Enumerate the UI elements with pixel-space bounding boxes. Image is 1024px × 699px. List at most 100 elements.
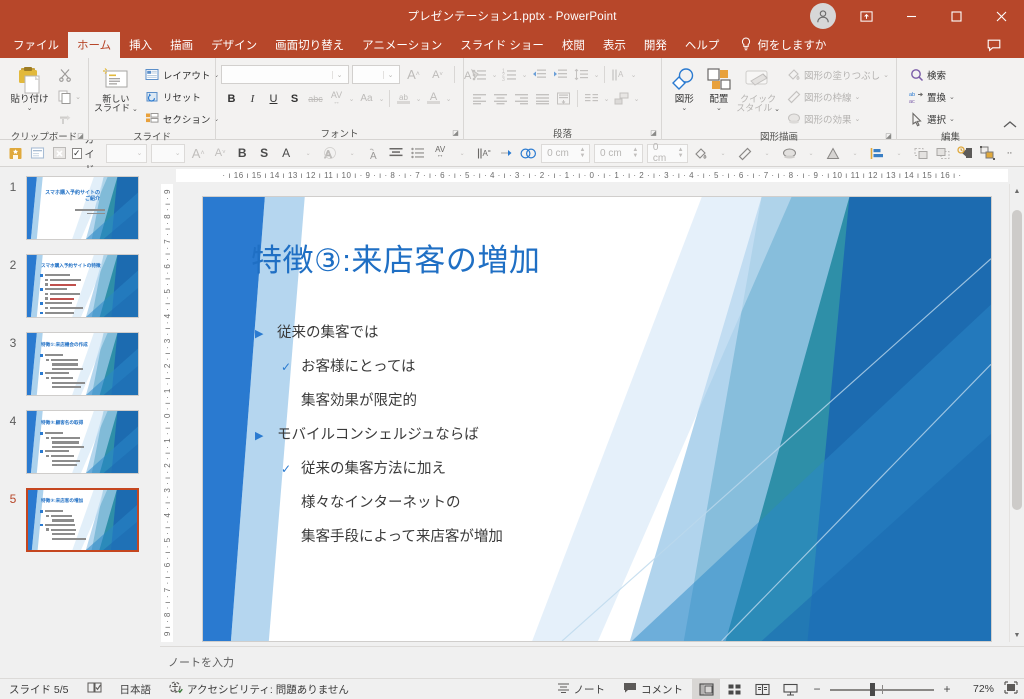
chevron-down-icon[interactable]: ⌄ <box>888 142 910 164</box>
chevron-down-icon[interactable]: ⌄ <box>629 71 638 79</box>
scroll-up-arrow-icon[interactable]: ▲ <box>1010 184 1024 198</box>
shape-height-spinner[interactable]: 0 cm ▲ ▼ <box>541 143 591 163</box>
align-center-button-2[interactable] <box>385 142 407 164</box>
shape-rotation-spinner[interactable]: 0 cm ▲ ▼ <box>646 142 689 164</box>
chevron-down-icon[interactable]: ⌄ <box>949 115 955 123</box>
font-name-combo-2[interactable]: ⌄ <box>106 143 147 163</box>
strikethrough-button[interactable]: abc <box>305 88 326 109</box>
align-right-button[interactable] <box>511 88 532 109</box>
replace-button[interactable]: ab ac 置換 ⌄ <box>906 86 958 107</box>
scrollbar-thumb[interactable] <box>1012 210 1022 510</box>
vertical-ruler[interactable]: 9 ı · 8 · ı · 7 · ı · 6 · ı · 5 · ı · 4 … <box>160 184 174 642</box>
tab-draw[interactable]: 描画 <box>161 32 202 58</box>
increase-indent-button[interactable] <box>550 64 571 85</box>
chevron-down-icon[interactable]: ⌄ <box>520 71 529 79</box>
chevron-down-icon[interactable]: ⌄ <box>377 95 386 103</box>
char-spacing-button-2[interactable]: AV ↔ <box>429 142 451 164</box>
normal-view-button[interactable] <box>692 678 720 699</box>
send-backward-button[interactable] <box>932 142 954 164</box>
slide-title[interactable]: 特徴③:来店客の増加 <box>251 235 540 280</box>
chevron-down-icon[interactable]: ⌄ <box>383 70 397 79</box>
text-highlight-color-button[interactable]: ab ⌄ <box>393 88 423 109</box>
scroll-down-arrow-icon[interactable]: ▼ <box>1010 628 1024 642</box>
chevron-down-icon[interactable]: ⌄ <box>27 105 33 112</box>
line-spacing-button[interactable]: ⌄ <box>571 64 601 85</box>
notes-pane[interactable]: ノートを入力 <box>160 646 1024 678</box>
shrink-font-button-2[interactable]: A ˅ <box>209 142 231 164</box>
chevron-down-icon[interactable]: ⌄ <box>844 142 866 164</box>
columns-button[interactable]: ⌄ <box>581 88 611 109</box>
paragraph-dialog-launcher[interactable]: ◪ <box>649 129 658 138</box>
chevron-down-icon[interactable]: ⌄ <box>414 95 423 103</box>
slide-sorter-view-button[interactable] <box>720 679 748 699</box>
tell-me-search[interactable]: 何をしますか <box>732 32 834 58</box>
align-left-button[interactable] <box>469 88 490 109</box>
chevron-down-icon[interactable]: ⌄ <box>451 142 473 164</box>
collapse-ribbon-button[interactable] <box>1002 118 1018 137</box>
clipboard-dialog-launcher[interactable]: ◪ <box>76 132 85 141</box>
grow-font-button-2[interactable]: A ˄ <box>187 142 209 164</box>
new-slide-button[interactable]: 新しい スライド ⌄ <box>94 63 138 114</box>
save-icon-button[interactable] <box>4 142 26 164</box>
format-painter-button-2[interactable] <box>495 142 517 164</box>
bold-button[interactable]: B <box>221 88 242 109</box>
chevron-down-icon[interactable]: ⌄ <box>883 71 889 79</box>
chevron-down-icon[interactable]: ⌄ <box>592 71 601 79</box>
slide-body-placeholder[interactable]: ▶ 従来の集客では ✓ お客様にとっては 集客効果が限定的 ▶ モバイルコンシェ… <box>251 321 741 559</box>
tab-slideshow[interactable]: スライド ショー <box>451 32 553 58</box>
chevron-down-icon[interactable]: ⌄ <box>332 70 346 79</box>
tab-view[interactable]: 表示 <box>594 32 635 58</box>
shrink-font-button[interactable]: A ˅ <box>427 64 448 85</box>
font-color-button-2[interactable]: A <box>275 142 297 164</box>
spinner-arrows-icon[interactable]: ▲ ▼ <box>576 147 589 159</box>
copy-button[interactable]: ⌄ <box>54 86 84 107</box>
shape-fill-button[interactable]: 図形の塗りつぶし ⌄ <box>783 64 892 85</box>
shape-3d-button[interactable] <box>822 142 844 164</box>
text-direction-button-2[interactable]: A <box>473 142 495 164</box>
shape-fill-button-2[interactable] <box>690 142 712 164</box>
bold-button-2[interactable]: B <box>231 142 253 164</box>
thumbnail-item[interactable]: 2 スマホ購入予約サイトの特徴 <box>0 254 155 332</box>
close-button[interactable] <box>979 0 1024 32</box>
maximize-button[interactable] <box>934 0 979 32</box>
section-button[interactable]: セクション ⌄ <box>142 108 222 129</box>
reading-view-button[interactable] <box>748 679 776 699</box>
thumbnail-preview[interactable]: スマホ購入予約サイトの特徴 <box>26 254 139 318</box>
ribbon-display-options-button[interactable] <box>844 0 889 32</box>
thumbnail-item[interactable]: 4 特徴②:顧客名の取得 <box>0 410 155 488</box>
notes-toggle-button[interactable]: ノート <box>548 679 615 699</box>
shape-outline-button-2[interactable] <box>734 142 756 164</box>
spinner-arrows-icon[interactable]: ▲ ▼ <box>674 147 687 159</box>
font-size-combo-2[interactable]: ⌄ <box>150 143 186 163</box>
font-name-combo[interactable]: ⌄ <box>221 65 349 84</box>
chevron-down-icon[interactable]: ⌄ <box>756 142 778 164</box>
slideshow-view-button[interactable] <box>776 679 804 699</box>
comments-button[interactable] <box>971 29 1016 61</box>
zoom-in-button[interactable]: + <box>940 682 954 696</box>
chevron-down-icon[interactable]: ⌄ <box>949 93 955 101</box>
slide-layout-icon-button[interactable] <box>26 142 48 164</box>
language-status[interactable]: 日本語 <box>111 679 161 699</box>
thumbnail-item[interactable]: 1 スマホ購入予約サイトの ご紹介 <box>0 176 155 254</box>
zoom-slider-handle[interactable] <box>870 682 875 696</box>
group-objects-button[interactable] <box>976 142 998 164</box>
toolbar-overflow-button[interactable]: ·· <box>998 142 1020 164</box>
tab-transitions[interactable]: 画面切り替え <box>266 32 353 58</box>
decrease-indent-button[interactable] <box>529 64 550 85</box>
account-avatar[interactable] <box>810 3 836 29</box>
chevron-down-icon[interactable]: ⌄ <box>716 105 722 112</box>
chevron-down-icon[interactable]: ⌄ <box>347 95 356 103</box>
font-dialog-launcher[interactable]: ◪ <box>451 129 460 138</box>
convert-to-smartart-button[interactable]: ⌄ <box>611 88 641 109</box>
slide-counter[interactable]: スライド 5/5 <box>0 679 78 699</box>
shape-effects-button[interactable]: 図形の効果 ⌄ <box>783 108 892 129</box>
chevron-down-icon[interactable]: ⌄ <box>632 95 641 103</box>
animation-pane-button[interactable] <box>954 142 976 164</box>
tab-design[interactable]: デザイン <box>202 32 266 58</box>
tab-help[interactable]: ヘルプ <box>676 32 729 58</box>
chevron-down-icon[interactable]: ⌄ <box>490 71 499 79</box>
change-case-button[interactable]: Aa ⌄ <box>356 88 386 109</box>
fit-slide-to-window-button[interactable] <box>1000 681 1018 697</box>
text-fill-button[interactable]: A <box>363 142 385 164</box>
pane-splitter[interactable] <box>155 168 159 678</box>
